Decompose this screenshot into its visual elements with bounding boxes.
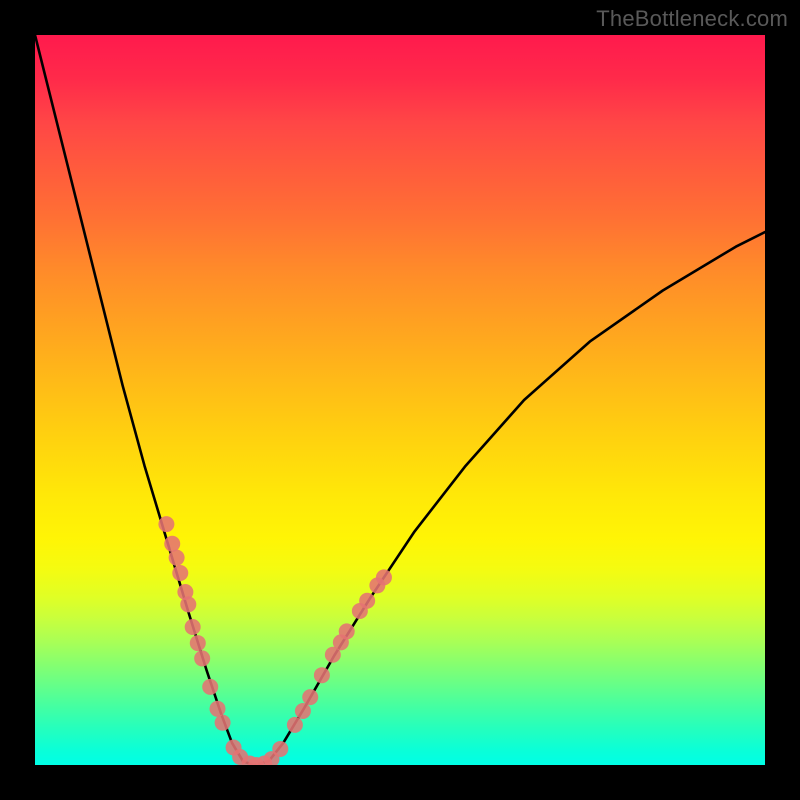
data-marker <box>302 689 318 705</box>
data-marker <box>185 619 201 635</box>
data-marker <box>359 593 375 609</box>
data-markers <box>158 516 392 765</box>
data-marker <box>287 717 303 733</box>
data-marker <box>272 741 288 757</box>
curve-svg <box>35 35 765 765</box>
data-marker <box>314 667 330 683</box>
data-marker <box>194 650 210 666</box>
plot-area <box>35 35 765 765</box>
data-marker <box>215 715 231 731</box>
data-marker <box>172 565 188 581</box>
watermark-text: TheBottleneck.com <box>596 6 788 32</box>
bottleneck-curve <box>35 35 765 765</box>
data-marker <box>169 550 185 566</box>
data-marker <box>158 516 174 532</box>
data-marker <box>376 569 392 585</box>
data-marker <box>190 635 206 651</box>
data-marker <box>295 703 311 719</box>
data-marker <box>210 701 226 717</box>
data-marker <box>202 679 218 695</box>
chart-frame: TheBottleneck.com <box>0 0 800 800</box>
data-marker <box>339 623 355 639</box>
data-marker <box>164 536 180 552</box>
data-marker <box>180 596 196 612</box>
